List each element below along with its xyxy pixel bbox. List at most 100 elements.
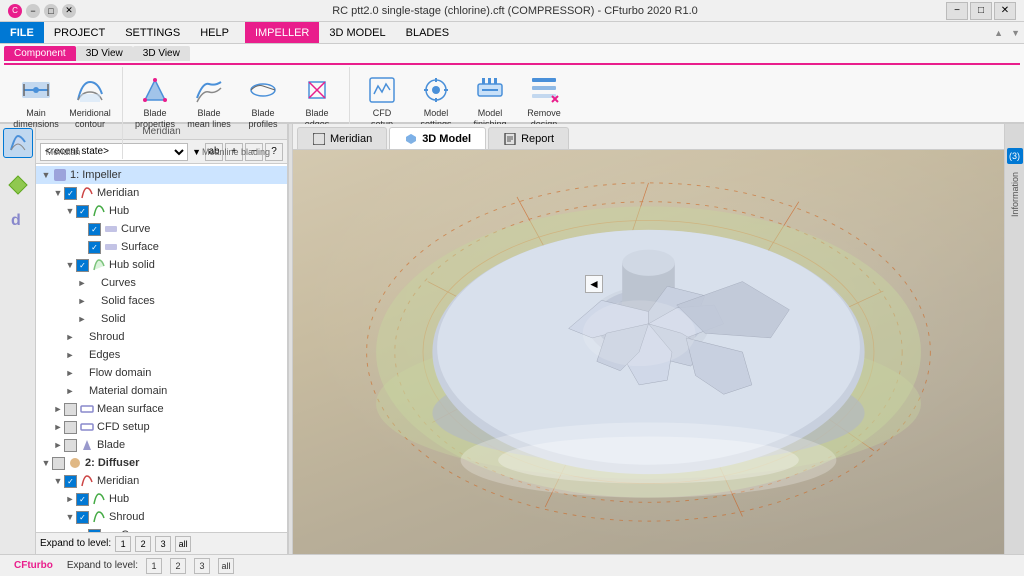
cb-meridian-2[interactable]: ✓ [64,475,77,488]
tree-item-material-domain-1[interactable]: ► Material domain [36,382,287,400]
tree-item-edges-1[interactable]: ► Edges [36,346,287,364]
cb-hub-2[interactable]: ✓ [76,493,89,506]
expand-impeller[interactable]: ▼ [40,169,52,181]
tree-content[interactable]: ▼ 1: Impeller ▼ ✓ Meridian [36,164,287,532]
menu-tab-blades[interactable]: BLADES [396,22,459,43]
minimize-button[interactable]: − [946,2,968,20]
tree-item-meridian-1[interactable]: ▼ ✓ Meridian [36,184,287,202]
cb-diffuser[interactable] [52,457,65,470]
tree-item-impeller-root[interactable]: ▼ 1: Impeller [36,166,287,184]
menu-tab-file[interactable]: FILE [0,22,44,43]
tree-item-diffuser-root[interactable]: ▼ 2: Diffuser [36,454,287,472]
expand-flow-1[interactable]: ► [64,367,76,379]
status-level-all[interactable]: all [218,558,234,574]
tree-item-hub-1[interactable]: ▼ ✓ Hub [36,202,287,220]
main-dimensions-button[interactable]: Maindimensions [10,71,62,133]
expand-solid-1[interactable]: ► [76,313,88,325]
tree-item-solid-faces-1[interactable]: ► Solid faces [36,292,287,310]
expand-material-1[interactable]: ► [64,385,76,397]
cb-mean-surface[interactable] [64,403,77,416]
ribbon-tab-component[interactable]: Component [4,46,76,61]
icon-meridian-1 [79,185,95,201]
expand-level-2[interactable]: 2 [135,536,151,552]
tree-item-hub-2[interactable]: ► ✓ Hub [36,490,287,508]
tree-item-shroud-1[interactable]: ► Shroud [36,328,287,346]
expand-shroud-1[interactable]: ► [64,331,76,343]
tab-meridian[interactable]: Meridian [297,127,387,149]
cb-hub-solid-1[interactable]: ✓ [76,259,89,272]
ribbon-tab-3dview2[interactable]: 3D View [133,46,190,61]
expand-hub-solid-1[interactable]: ▼ [64,259,76,271]
meridional-contour-button[interactable]: Meridionalcontour [64,71,116,133]
cb-shroud-2[interactable]: ✓ [76,511,89,524]
icon-hub-1 [91,203,107,219]
tree-item-hub-solid-1[interactable]: ▼ ✓ Hub solid [36,256,287,274]
expand-level-3[interactable]: 3 [155,536,171,552]
expand-shroud-2[interactable]: ▼ [64,511,76,523]
arrow-up[interactable]: ▲ [990,28,1007,38]
menu-tab-3dmodel[interactable]: 3D MODEL [319,22,395,43]
expand-meridian-1[interactable]: ▼ [52,187,64,199]
expand-curves-1[interactable]: ► [76,277,88,289]
tree-item-mean-surface[interactable]: ► Mean surface [36,400,287,418]
icon-blade-1 [79,437,95,453]
menu-tab-impeller[interactable]: IMPELLER [245,22,319,43]
tree-item-solid-1[interactable]: ► Solid [36,310,287,328]
status-level-1[interactable]: 1 [146,558,162,574]
status-level-2[interactable]: 2 [170,558,186,574]
close-button[interactable]: ✕ [994,2,1016,20]
report-tab-icon [503,132,517,146]
expand-meridian-2[interactable]: ▼ [52,475,64,487]
tab-report[interactable]: Report [488,127,569,149]
blade-properties-button[interactable]: Bladeproperties [129,71,181,133]
nav-arrow[interactable]: ◄ [585,275,603,293]
cb-surface-1[interactable]: ✓ [88,241,101,254]
tree-item-blade-1[interactable]: ► Blade [36,436,287,454]
tree-item-flow-domain-1[interactable]: ► Flow domain [36,364,287,382]
meridian-buttons: Maindimensions Meridionalcontour [10,69,116,145]
cb-hub-1[interactable]: ✓ [76,205,89,218]
expand-hub-2[interactable]: ► [64,493,76,505]
arrow-down[interactable]: ▼ [1007,28,1024,38]
cb-blade-1[interactable] [64,439,77,452]
expand-blade-1[interactable]: ► [52,439,64,451]
expand-hub-1[interactable]: ▼ [64,205,76,217]
status-level-3[interactable]: 3 [194,558,210,574]
meridian-group-label: Meridian [10,145,116,157]
menu-tab-help[interactable]: HELP [190,22,239,43]
cb-meridian-1[interactable]: ✓ [64,187,77,200]
icon-curve-1 [103,221,119,237]
meridional-icon [74,74,106,106]
menu-tab-project[interactable]: PROJECT [44,22,115,43]
tree-item-meridian-2[interactable]: ▼ ✓ Meridian [36,472,287,490]
expand-mean-surface[interactable]: ► [52,403,64,415]
tree-item-curves-1[interactable]: ► Curves [36,274,287,292]
expand-diffuser[interactable]: ▼ [40,457,52,469]
tree-item-cfd-setup-1[interactable]: ► CFD setup [36,418,287,436]
minimize-icon: − [26,4,40,18]
icon-meridian-2 [79,473,95,489]
expand-level-1[interactable]: 1 [115,536,131,552]
cb-cfd-1[interactable] [64,421,77,434]
blade-mean-lines-button[interactable]: Blademean lines [183,71,235,133]
tree-item-curve-1[interactable]: ✓ Curve [36,220,287,238]
expand-edges-1[interactable]: ► [64,349,76,361]
expand-level-all[interactable]: all [175,536,191,552]
cb-curve-1[interactable]: ✓ [88,223,101,236]
expand-solid-faces-1[interactable]: ► [76,295,88,307]
expand-cfd-1[interactable]: ► [52,421,64,433]
maximize-button[interactable]: □ [970,2,992,20]
title-bar-icons: C − □ ✕ [8,4,76,18]
sidebar-icon-shape1[interactable] [3,170,33,200]
menu-tab-settings[interactable]: SETTINGS [115,22,190,43]
sidebar-icon-shape2[interactable]: d [3,204,33,234]
blade-props-label: Bladeproperties [135,108,175,130]
ribbon-tab-3dview1[interactable]: 3D View [76,46,133,61]
tree-item-shroud-2[interactable]: ▼ ✓ Shroud [36,508,287,526]
tab-3dmodel[interactable]: 3D Model [389,127,486,149]
blade-profiles-button[interactable]: Bladeprofiles [237,71,289,133]
tree-item-surface-1[interactable]: ✓ Surface [36,238,287,256]
viewport-3d[interactable]: ◄ [293,150,1004,554]
view-content[interactable]: ◄ [293,150,1004,554]
model-finishing-icon [474,74,506,106]
